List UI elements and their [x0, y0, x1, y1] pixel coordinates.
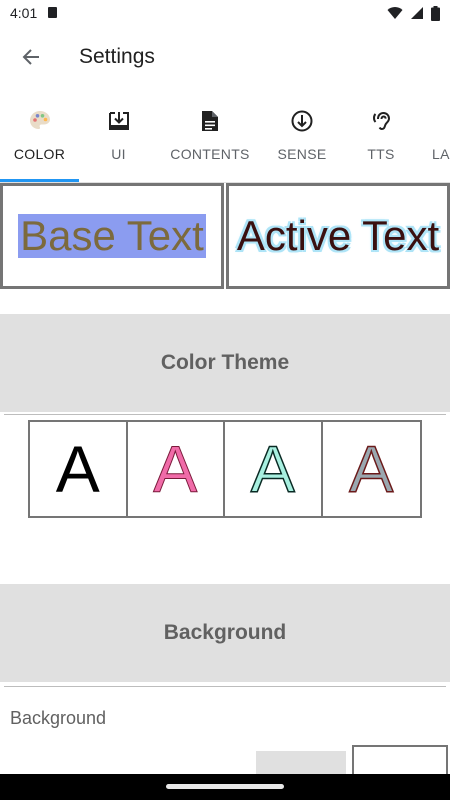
status-bar: 4:01 — [0, 0, 450, 26]
active-text-preview[interactable]: Active Text — [226, 183, 450, 289]
tab-label: LA — [432, 146, 450, 162]
theme-letter: A — [153, 432, 198, 506]
sd-card-icon — [48, 7, 57, 18]
tab-sense[interactable]: SENSE — [262, 100, 342, 182]
tab-label: UI — [111, 146, 126, 162]
tab-contents[interactable]: CONTENTS — [158, 100, 262, 182]
tab-color[interactable]: COLOR — [0, 100, 79, 182]
active-text: Active Text — [236, 212, 440, 259]
base-text-preview[interactable]: Base Text — [0, 183, 224, 289]
color-theme-swatches: A A A A — [28, 420, 422, 518]
tab-label: TTS — [367, 146, 395, 162]
back-button[interactable] — [14, 40, 48, 74]
theme-letter: A — [348, 432, 394, 506]
home-gesture-handle[interactable] — [166, 784, 284, 789]
app-bar: Settings — [0, 26, 450, 88]
section-header-background: Background — [0, 584, 450, 682]
theme-swatch-pink[interactable]: A — [128, 422, 225, 516]
divider — [4, 414, 446, 415]
wifi-icon — [387, 7, 403, 20]
arrow-back-icon — [22, 49, 39, 65]
tab-label: COLOR — [13, 146, 66, 162]
base-text: Base Text — [18, 212, 206, 259]
theme-letter: A — [55, 432, 100, 506]
status-time: 4:01 — [10, 5, 38, 21]
theme-swatch-gray[interactable]: A — [323, 422, 421, 516]
tab-label: CONTENTS — [170, 146, 250, 162]
navigation-bar — [0, 774, 450, 800]
tab-bar: COLOR UI CONTENTS SENSE TTS LA — [0, 100, 450, 182]
tab-label: SENSE — [277, 146, 327, 162]
palette-icon — [29, 111, 50, 129]
tab-la[interactable]: LA — [426, 100, 450, 182]
theme-swatch-mint[interactable]: A — [225, 422, 323, 516]
tab-tts[interactable]: TTS — [342, 100, 420, 182]
page-title: Settings — [79, 45, 155, 68]
tab-ui[interactable]: UI — [79, 100, 158, 182]
cell-signal-icon — [411, 7, 423, 19]
theme-swatch-black[interactable]: A — [30, 422, 128, 516]
divider — [4, 686, 446, 687]
section-header-color-theme: Color Theme — [0, 314, 450, 412]
background-label: Background — [10, 708, 107, 728]
battery-icon — [431, 5, 440, 21]
arrow-circle-down-icon — [291, 110, 313, 132]
download-box-icon — [108, 112, 129, 130]
document-icon — [202, 111, 218, 131]
hearing-icon — [373, 111, 391, 131]
theme-letter: A — [250, 432, 296, 506]
